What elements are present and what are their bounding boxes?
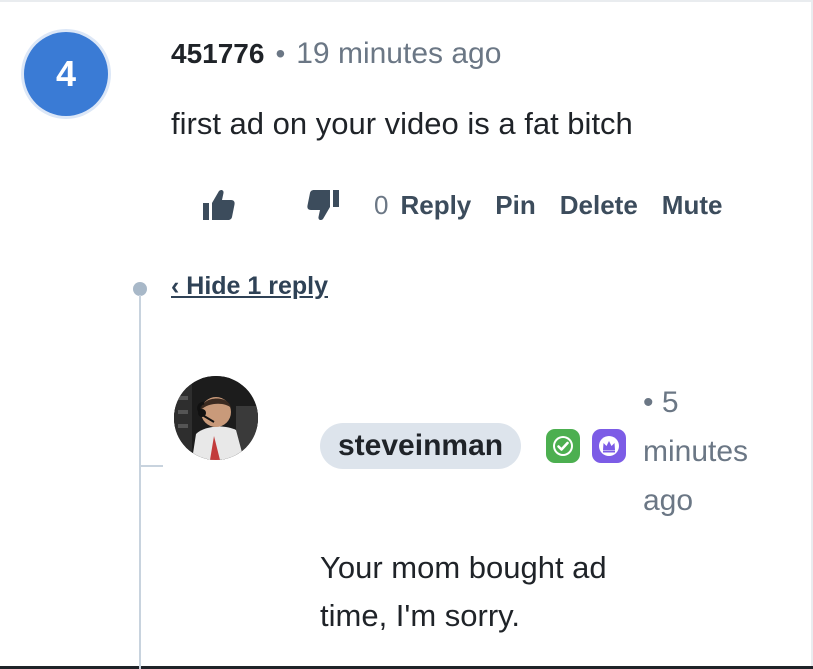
top-border xyxy=(0,0,813,2)
reply-time-line-1: • 5 xyxy=(643,386,679,419)
comment-timestamp[interactable]: 19 minutes ago xyxy=(296,37,501,71)
header-separator: • xyxy=(275,38,286,69)
comment-rank-number: 4 xyxy=(55,53,77,94)
pin-button[interactable]: Pin xyxy=(495,190,535,221)
vote-count: 0 xyxy=(374,189,389,220)
thumbs-up-icon[interactable] xyxy=(196,184,240,226)
reply-text: Your mom bought ad time, I'm sorry. xyxy=(320,550,607,633)
reply-timestamp[interactable]: • 5 minutes ago xyxy=(643,378,773,525)
verified-check-icon xyxy=(546,429,580,463)
thumbs-down-icon[interactable] xyxy=(302,184,346,226)
hide-replies-link[interactable]: ‹ Hide 1 reply xyxy=(171,272,328,301)
crown-icon xyxy=(592,429,626,463)
comment-actions: 0 Reply Pin Delete Mute xyxy=(196,184,722,226)
comment-text: first ad on your video is a fat bitch xyxy=(171,106,633,141)
comment-rank-avatar: 4 xyxy=(24,32,108,116)
mute-button[interactable]: Mute xyxy=(662,190,723,221)
reply-time-line-2: minutes xyxy=(643,435,749,468)
thread-line xyxy=(139,295,141,669)
delete-button[interactable]: Delete xyxy=(560,190,638,221)
avatar[interactable] xyxy=(174,376,258,460)
thread-dot xyxy=(133,282,147,296)
reply-time-line-3: ago xyxy=(643,484,694,517)
comment-header: 451776 • 19 minutes ago xyxy=(171,34,501,74)
reply-username-pill[interactable]: steveinman xyxy=(320,423,522,469)
thread-branch xyxy=(139,465,163,467)
comment-username[interactable]: 451776 xyxy=(171,38,264,70)
reply-username[interactable]: steveinman xyxy=(338,429,503,463)
reply-button[interactable]: Reply xyxy=(400,190,471,221)
